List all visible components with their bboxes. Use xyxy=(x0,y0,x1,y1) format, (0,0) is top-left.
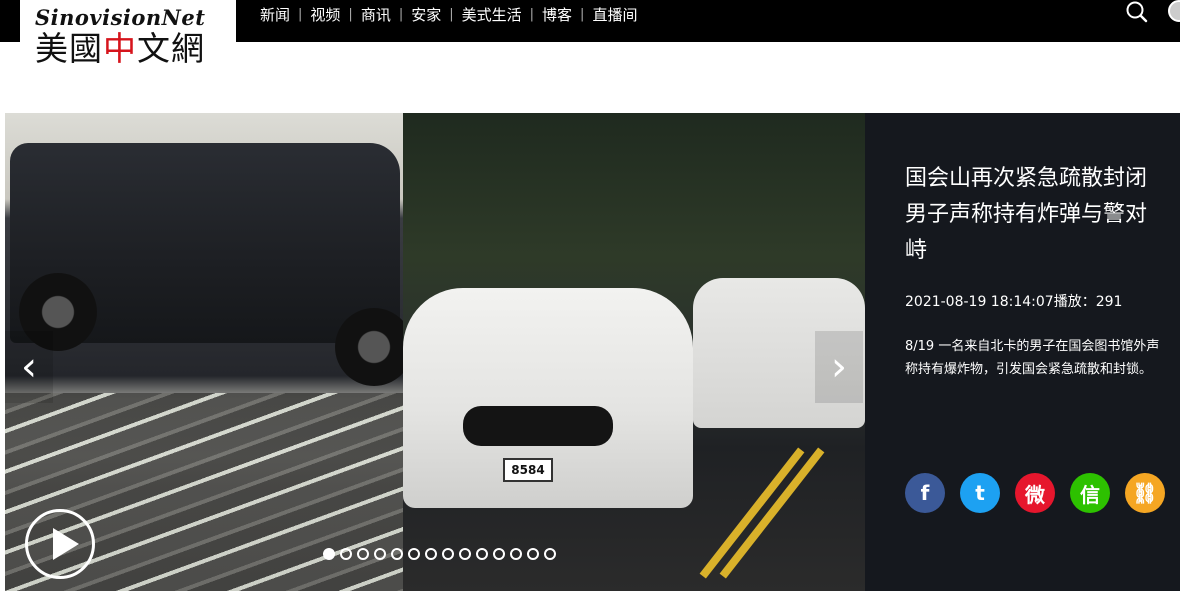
link-share-icon[interactable]: ⛓ xyxy=(1125,473,1165,513)
carousel-dot[interactable] xyxy=(408,548,420,560)
twitter-share-icon[interactable]: t xyxy=(960,473,1000,513)
carousel-dot[interactable] xyxy=(476,548,488,560)
nav-item[interactable]: 视频 xyxy=(302,4,348,25)
carousel-dot[interactable] xyxy=(374,548,386,560)
wechat-share-icon[interactable]: 信 xyxy=(1070,473,1110,513)
logo-chinese: 美國中文網 xyxy=(35,29,205,68)
truck-wheel-rear xyxy=(335,308,413,386)
road-line-2 xyxy=(719,447,825,579)
carousel-dot[interactable] xyxy=(442,548,454,560)
play-icon xyxy=(53,528,79,560)
weibo-share-icon[interactable]: 微 xyxy=(1015,473,1055,513)
news-carousel[interactable]: 8584 ‹ › xyxy=(5,113,865,591)
article-meta: 2021-08-19 18:14:07播放：291 xyxy=(905,294,1123,310)
article-headline[interactable]: 国会山再次紧急疏散封闭 男子声称持有炸弹与警对峙 xyxy=(905,161,1160,269)
carousel-dot[interactable] xyxy=(391,548,403,560)
carousel-dot[interactable] xyxy=(493,548,505,560)
road-line-1 xyxy=(699,447,805,579)
article-summary: 8/19 一名来自北卡的男子在国会图书馆外声称持有爆炸物，引发国会紧急疏散和封锁… xyxy=(905,339,1160,377)
carousel-next-button[interactable]: › xyxy=(815,331,863,403)
license-plate: 8584 xyxy=(503,458,553,482)
share-buttons: f t 微信 ⛓ xyxy=(905,473,1165,513)
nav-item[interactable]: 商讯 xyxy=(353,4,399,25)
carousel-dot[interactable] xyxy=(527,548,539,560)
carousel-pagination xyxy=(323,548,556,560)
carousel-dot[interactable] xyxy=(357,548,369,560)
main-nav: 新闻 | 视频 | 商讯 | 安家 | 美式生活 | 博客 | 直播间 xyxy=(252,0,645,28)
carousel-prev-button[interactable]: ‹ xyxy=(5,331,53,403)
nav-item[interactable]: 博客 xyxy=(534,4,580,25)
carousel-dot[interactable] xyxy=(544,548,556,560)
site-logo[interactable]: SinovisionNet 美國中文網 xyxy=(20,0,236,80)
car-grille xyxy=(463,406,613,446)
avatar[interactable] xyxy=(1168,0,1180,22)
carousel-dot[interactable] xyxy=(510,548,522,560)
carousel-dot[interactable] xyxy=(323,548,335,560)
logo-english: SinovisionNet xyxy=(35,5,206,30)
search-icon[interactable] xyxy=(1125,0,1149,24)
carousel-dot[interactable] xyxy=(425,548,437,560)
nav-item[interactable]: 安家 xyxy=(403,4,449,25)
carousel-dot[interactable] xyxy=(340,548,352,560)
carousel-photo-police: 8584 xyxy=(403,113,865,591)
nav-item[interactable]: 新闻 xyxy=(252,4,298,25)
facebook-share-icon[interactable]: f xyxy=(905,473,945,513)
carousel-dot[interactable] xyxy=(459,548,471,560)
police-car-front: 8584 xyxy=(403,288,693,508)
nav-item[interactable]: 直播间 xyxy=(584,4,645,25)
nav-item[interactable]: 美式生活 xyxy=(454,4,530,25)
article-info-panel: 国会山再次紧急疏散封闭 男子声称持有炸弹与警对峙 2021-08-19 18:1… xyxy=(865,113,1180,591)
page: 新闻 | 视频 | 商讯 | 安家 | 美式生活 | 博客 | 直播间 SinovisionNet 美國… xyxy=(0,0,1180,591)
play-video-button[interactable] xyxy=(25,509,95,579)
